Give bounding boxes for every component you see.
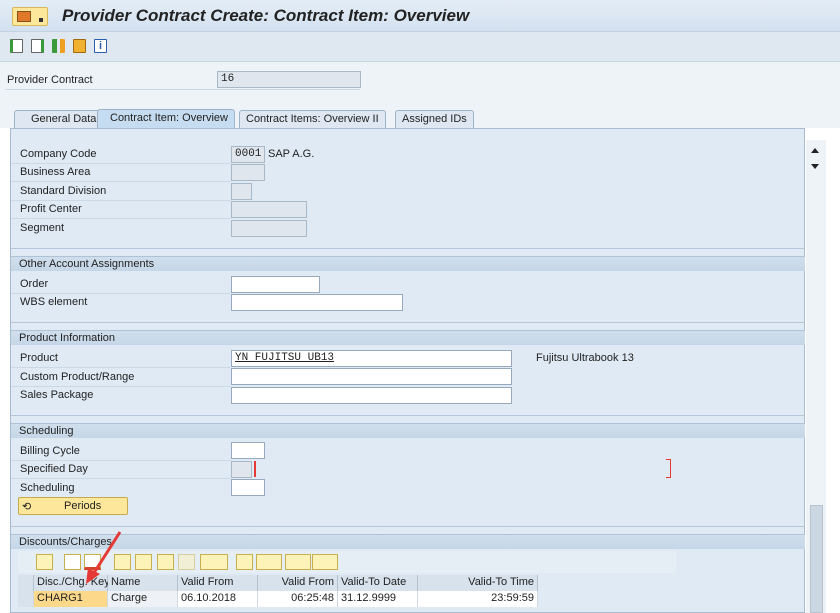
print-icon[interactable] <box>236 554 253 570</box>
wbs-element-input[interactable] <box>231 294 403 311</box>
system-menu-button[interactable] <box>12 7 48 26</box>
tab-general-data[interactable]: General Data <box>14 110 104 128</box>
segment-field <box>231 220 307 237</box>
new-document-icon[interactable] <box>10 39 23 53</box>
cell-valid-from-date[interactable]: 06.10.2018 <box>178 591 258 607</box>
views-icon[interactable] <box>256 554 282 570</box>
divider <box>11 181 231 182</box>
page-title: Provider Contract Create: Contract Item:… <box>62 6 470 25</box>
copy-icon[interactable] <box>73 39 86 53</box>
dropdown-arrow-icon <box>39 18 43 22</box>
scrollbar-thumb[interactable] <box>810 505 823 613</box>
details-icon[interactable] <box>36 554 53 570</box>
cell-name: Charge <box>108 591 178 607</box>
product-label: Product <box>20 352 58 364</box>
cell-disc-chg-key[interactable]: CHARG1 <box>34 591 108 607</box>
company-name: SAP A.G. <box>268 148 315 160</box>
tab-assigned-ids[interactable]: Assigned IDs <box>395 110 474 128</box>
row-selector-header-icon[interactable] <box>18 575 34 591</box>
scroll-up-icon[interactable] <box>811 148 819 153</box>
periods-icon: ⟲ <box>22 501 32 513</box>
profit-center-field <box>231 201 307 218</box>
row-selector[interactable] <box>18 591 34 607</box>
focus-marker-icon <box>666 459 671 478</box>
divider <box>11 478 231 479</box>
business-area-label: Business Area <box>20 166 91 178</box>
periods-button[interactable]: ⟲ Periods <box>18 497 128 515</box>
divider <box>11 322 805 323</box>
find-next-icon[interactable] <box>178 554 195 570</box>
provider-contract-field: 16 <box>217 71 361 88</box>
section-discounts-charges: Discounts/Charges <box>11 534 805 549</box>
scheduling-label: Scheduling <box>20 482 75 494</box>
standard-division-label: Standard Division <box>20 185 107 197</box>
company-code-label: Company Code <box>20 148 97 160</box>
sales-package-input[interactable] <box>231 387 512 404</box>
custom-product-input[interactable] <box>231 368 512 385</box>
divider <box>11 163 231 164</box>
text-cursor <box>254 461 256 477</box>
new-row-icon[interactable] <box>64 554 81 570</box>
custom-product-label: Custom Product/Range <box>20 371 135 383</box>
order-input[interactable] <box>231 276 320 293</box>
standard-division-field <box>231 183 252 200</box>
wbs-element-label: WBS element <box>20 296 88 308</box>
column-header-valid-from-time[interactable]: Valid From <box>258 575 338 591</box>
filter-icon[interactable] <box>200 554 228 570</box>
scheduling-input[interactable] <box>231 479 265 496</box>
cell-valid-to-date[interactable]: 31.12.9999 <box>338 591 418 607</box>
tab-contract-item-overview[interactable]: Contract Item: Overview <box>97 109 235 129</box>
divider <box>11 248 805 249</box>
find-icon[interactable] <box>157 554 174 570</box>
divider <box>11 415 805 416</box>
divider <box>11 460 231 461</box>
section-other-account-assignments: Other Account Assignments <box>11 256 805 271</box>
cell-valid-to-time[interactable]: 23:59:59 <box>418 591 538 607</box>
column-header-valid-to-time[interactable]: Valid-To Time <box>418 575 538 591</box>
column-header-valid-to-date[interactable]: Valid-To Date <box>338 575 418 591</box>
tab-contract-items-overview-ii[interactable]: Contract Items: Overview II <box>239 110 386 128</box>
billing-cycle-label: Billing Cycle <box>20 445 80 457</box>
provider-contract-label: Provider Contract <box>7 74 93 86</box>
sap-menu-icon <box>17 11 31 22</box>
profit-center-label: Profit Center <box>20 203 82 215</box>
order-label: Order <box>20 278 49 290</box>
sort-descending-icon[interactable] <box>135 554 152 570</box>
divider <box>5 89 360 90</box>
specified-day-label: Specified Day <box>20 463 88 475</box>
billing-cycle-input[interactable] <box>231 442 265 459</box>
segment-label: Segment <box>20 222 65 234</box>
section-product-information: Product Information <box>11 330 805 345</box>
annotation-arrow-icon <box>86 531 122 584</box>
hierarchy-icon[interactable] <box>52 39 65 53</box>
divider <box>11 200 231 201</box>
specified-day-field[interactable] <box>231 461 252 478</box>
sales-package-label: Sales Package <box>20 389 94 401</box>
forward-document-icon[interactable] <box>31 39 44 53</box>
cell-valid-from-time[interactable]: 06:25:48 <box>258 591 338 607</box>
column-header-valid-from-date[interactable]: Valid From <box>178 575 258 591</box>
layout-icon[interactable] <box>312 554 338 570</box>
info-icon[interactable]: i <box>94 39 107 53</box>
divider <box>11 293 231 294</box>
export-icon[interactable] <box>285 554 311 570</box>
periods-button-label: Periods <box>64 500 102 512</box>
section-scheduling: Scheduling <box>11 423 805 438</box>
product-input[interactable]: YN FUJITSU UB13 <box>231 350 512 367</box>
business-area-field <box>231 164 265 181</box>
application-toolbar <box>0 32 840 62</box>
company-code-field: 0001 <box>231 146 265 163</box>
product-description: Fujitsu Ultrabook 13 <box>536 352 634 364</box>
divider <box>11 367 231 368</box>
divider <box>11 526 805 527</box>
divider <box>11 386 231 387</box>
divider <box>11 218 231 219</box>
scroll-down-icon[interactable] <box>811 164 819 169</box>
